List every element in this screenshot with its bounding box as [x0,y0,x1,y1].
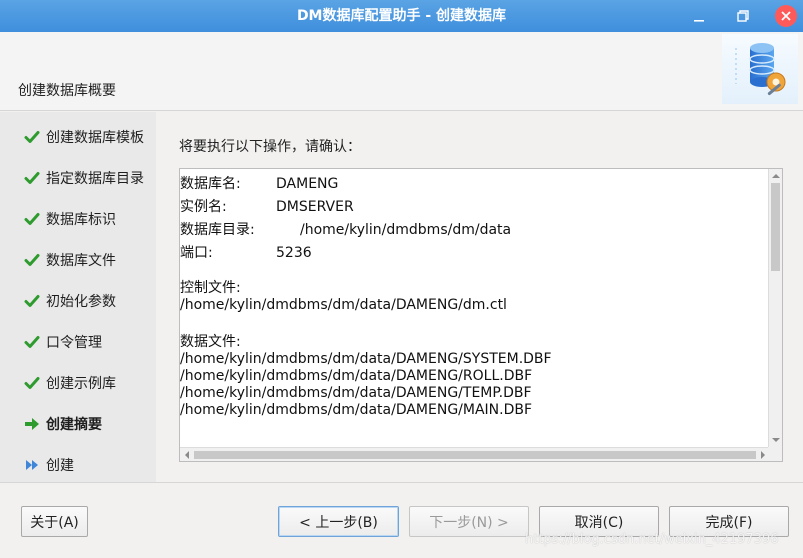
summary-field-port: 端口: 5236 [180,242,770,265]
confirm-prompt: 将要执行以下操作，请确认： [179,139,361,155]
data-file-path: /home/kylin/dmdbms/dm/data/DAMENG/MAIN.D… [180,402,533,418]
restore-icon [737,10,749,22]
check-icon [24,131,40,143]
summary-field-db-name: 数据库名: DAMENG [180,173,770,196]
back-button[interactable]: < 上一步(B) [278,506,399,537]
database-settings-icon [722,34,798,104]
field-key: 实例名: [180,199,227,215]
step-password: 口令管理 [24,330,102,354]
step-label: 创建 [46,458,74,474]
minimize-button[interactable] [682,0,716,32]
title-bar: DM数据库配置助手 - 创建数据库 [0,0,803,32]
field-key: 数据库名: [180,176,241,192]
step-label: 创建示例库 [46,376,116,392]
step-create: 创建 [24,453,74,477]
step-create-template: 创建数据库模板 [24,125,144,149]
step-sample-db: 创建示例库 [24,371,116,395]
about-button[interactable]: 关于(A) [21,506,88,537]
check-icon [24,213,40,225]
minimize-icon [694,20,704,22]
step-label: 初始化参数 [46,294,116,310]
step-db-identity: 数据库标识 [24,207,116,231]
close-button[interactable] [768,0,803,32]
step-label: 口令管理 [46,335,102,351]
field-value: /home/kylin/dmdbms/dm/data [300,222,512,238]
summary-text-area[interactable]: 数据库名: DAMENG 实例名: DMSERVER 数据库目录: /home/… [179,168,783,462]
wizard-header: 创建数据库概要 [0,32,803,111]
summary-field-db-directory: 数据库目录: /home/kylin/dmdbms/dm/data [180,219,770,242]
page-heading: 创建数据库概要 [18,83,116,99]
step-label: 创建数据库模板 [46,130,144,146]
field-value: 5236 [276,245,312,261]
data-file-path: /home/kylin/dmdbms/dm/data/DAMENG/TEMP.D… [180,385,532,401]
close-icon [774,5,797,27]
data-files-label: 数据文件: [180,334,241,350]
scroll-right-icon[interactable] [759,451,767,459]
scroll-up-icon[interactable] [772,172,780,180]
step-init-params: 初始化参数 [24,289,116,313]
check-icon [24,172,40,184]
watermark: https://blog.csdn.net/weixin_42197396 [525,532,779,547]
control-files-label: 控制文件: [180,280,241,296]
data-file-path: /home/kylin/dmdbms/dm/data/DAMENG/SYSTEM… [180,351,552,367]
data-file-path: /home/kylin/dmdbms/dm/data/DAMENG/ROLL.D… [180,368,533,384]
step-db-directory: 指定数据库目录 [24,166,144,190]
restore-button[interactable] [726,0,760,32]
scroll-left-icon[interactable] [183,451,191,459]
step-label: 数据库文件 [46,253,116,269]
field-key: 端口: [180,245,213,261]
step-label: 创建摘要 [46,417,102,433]
scroll-down-icon[interactable] [772,436,780,444]
step-label: 数据库标识 [46,212,116,228]
check-icon [24,295,40,307]
next-button[interactable]: 下一步(N) > [409,506,529,537]
check-icon [24,377,40,389]
arrow-right-icon [25,418,39,430]
vertical-scroll-thumb[interactable] [771,183,780,271]
check-icon [24,336,40,348]
horizontal-scroll-thumb[interactable] [194,451,756,459]
summary-field-instance: 实例名: DMSERVER [180,196,770,219]
step-summary: 创建摘要 [24,412,102,436]
field-value: DMSERVER [276,199,354,215]
check-icon [24,254,40,266]
summary-content: 数据库名: DAMENG 实例名: DMSERVER 数据库目录: /home/… [180,173,770,419]
vertical-scrollbar[interactable] [768,169,782,447]
control-file-path: /home/kylin/dmdbms/dm/data/DAMENG/dm.ctl [180,297,507,313]
scrollbar-corner [768,447,782,461]
double-chevron-right-icon [26,460,38,470]
wizard-steps-sidebar: 创建数据库模板 指定数据库目录 数据库标识 数据库文件 初始化参数 口令管理 创… [0,112,156,482]
field-key: 数据库目录: [180,222,255,238]
step-db-files: 数据库文件 [24,248,116,272]
field-value: DAMENG [276,176,339,192]
horizontal-scrollbar[interactable] [180,447,770,461]
step-label: 指定数据库目录 [46,171,144,187]
footer-divider [0,482,803,483]
